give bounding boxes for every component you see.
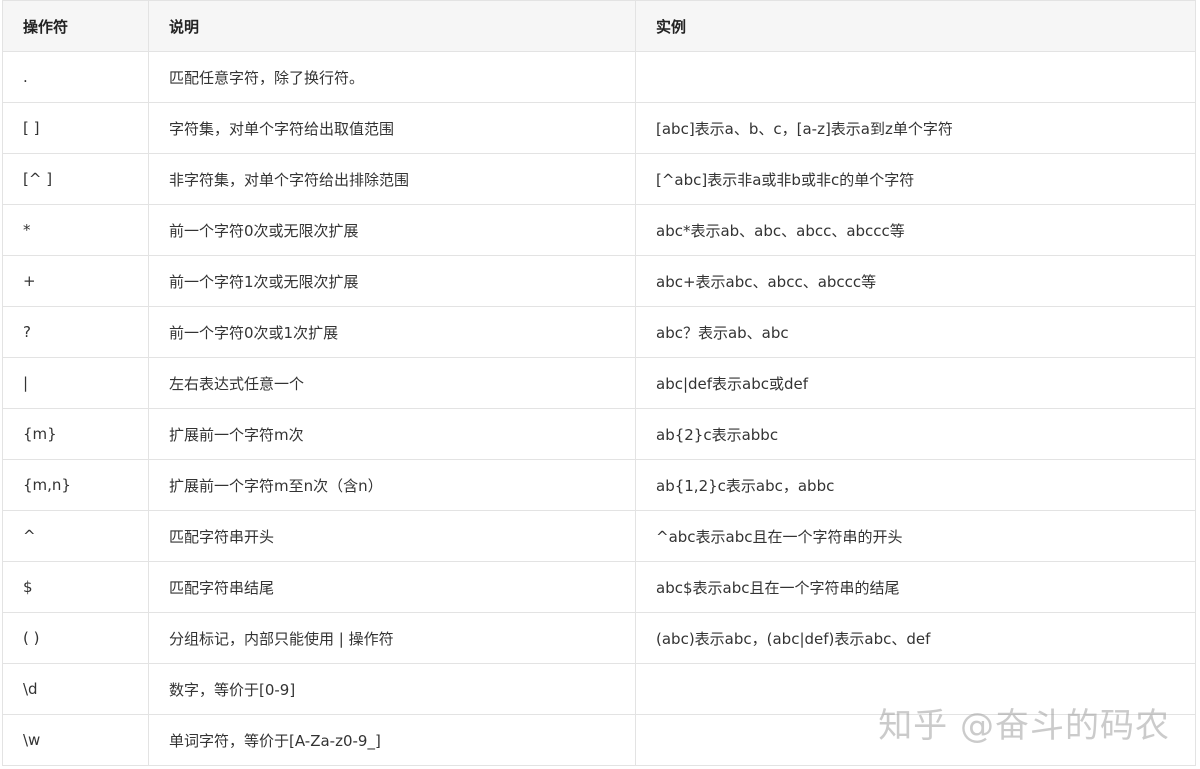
operator-cell: . xyxy=(2,51,149,103)
example-cell: ^abc表示abc且在一个字符串的开头 xyxy=(635,510,1196,562)
description-cell: 前一个字符0次或1次扩展 xyxy=(148,306,636,358)
operator-cell: {m} xyxy=(2,408,149,460)
operator-cell: * xyxy=(2,204,149,256)
example-cell: abc|def表示abc或def xyxy=(635,357,1196,409)
description-cell: 前一个字符0次或无限次扩展 xyxy=(148,204,636,256)
table-row: . 匹配任意字符，除了换行符。 xyxy=(2,51,1196,103)
operator-cell: \d xyxy=(2,663,149,715)
example-cell: ab{2}c表示abbc xyxy=(635,408,1196,460)
description-cell: 匹配任意字符，除了换行符。 xyxy=(148,51,636,103)
table-row: [ ] 字符集，对单个字符给出取值范围 [abc]表示a、b、c，[a-z]表示… xyxy=(2,102,1196,154)
example-cell: abc$表示abc且在一个字符串的结尾 xyxy=(635,561,1196,613)
table-row: | 左右表达式任意一个 abc|def表示abc或def xyxy=(2,357,1196,409)
description-cell: 分组标记，内部只能使用 | 操作符 xyxy=(148,612,636,664)
operator-cell: [ ] xyxy=(2,102,149,154)
table-row: ^ 匹配字符串开头 ^abc表示abc且在一个字符串的开头 xyxy=(2,510,1196,562)
example-cell: abc+表示abc、abcc、abccc等 xyxy=(635,255,1196,307)
description-cell: 匹配字符串结尾 xyxy=(148,561,636,613)
table-row: [^ ] 非字符集，对单个字符给出排除范围 [^abc]表示非a或非b或非c的单… xyxy=(2,153,1196,205)
example-cell xyxy=(635,663,1196,715)
operator-cell: | xyxy=(2,357,149,409)
example-cell xyxy=(635,51,1196,103)
operator-cell: ( ) xyxy=(2,612,149,664)
description-cell: 匹配字符串开头 xyxy=(148,510,636,562)
description-cell: 左右表达式任意一个 xyxy=(148,357,636,409)
table-row: {m,n} 扩展前一个字符m至n次（含n） ab{1,2}c表示abc，abbc xyxy=(2,459,1196,511)
example-cell: ab{1,2}c表示abc，abbc xyxy=(635,459,1196,511)
operator-cell: [^ ] xyxy=(2,153,149,205)
operator-cell: ^ xyxy=(2,510,149,562)
example-cell: abc？表示ab、abc xyxy=(635,306,1196,358)
example-cell: (abc)表示abc，(abc|def)表示abc、def xyxy=(635,612,1196,664)
table-row: {m} 扩展前一个字符m次 ab{2}c表示abbc xyxy=(2,408,1196,460)
description-cell: 扩展前一个字符m次 xyxy=(148,408,636,460)
example-cell: [^abc]表示非a或非b或非c的单个字符 xyxy=(635,153,1196,205)
table-row: * 前一个字符0次或无限次扩展 abc*表示ab、abc、abcc、abccc等 xyxy=(2,204,1196,256)
example-cell: abc*表示ab、abc、abcc、abccc等 xyxy=(635,204,1196,256)
table-row: \d 数字，等价于[0-9] xyxy=(2,663,1196,715)
operator-cell: ? xyxy=(2,306,149,358)
description-cell: 非字符集，对单个字符给出排除范围 xyxy=(148,153,636,205)
table-row: + 前一个字符1次或无限次扩展 abc+表示abc、abcc、abccc等 xyxy=(2,255,1196,307)
description-cell: 数字，等价于[0-9] xyxy=(148,663,636,715)
example-cell: [abc]表示a、b、c，[a-z]表示a到z单个字符 xyxy=(635,102,1196,154)
operator-cell: \w xyxy=(2,714,149,766)
regex-operator-table: 操作符 说明 实例 . 匹配任意字符，除了换行符。 [ ] 字符集，对单个字符给… xyxy=(2,0,1196,766)
example-cell xyxy=(635,714,1196,766)
header-description: 说明 xyxy=(148,0,636,52)
description-cell: 扩展前一个字符m至n次（含n） xyxy=(148,459,636,511)
description-cell: 字符集，对单个字符给出取值范围 xyxy=(148,102,636,154)
description-cell: 单词字符，等价于[A-Za-z0-9_] xyxy=(148,714,636,766)
operator-cell: $ xyxy=(2,561,149,613)
table-row: ( ) 分组标记，内部只能使用 | 操作符 (abc)表示abc，(abc|de… xyxy=(2,612,1196,664)
operator-cell: + xyxy=(2,255,149,307)
operator-cell: {m,n} xyxy=(2,459,149,511)
header-example: 实例 xyxy=(635,0,1196,52)
table-row: $ 匹配字符串结尾 abc$表示abc且在一个字符串的结尾 xyxy=(2,561,1196,613)
description-cell: 前一个字符1次或无限次扩展 xyxy=(148,255,636,307)
table-header-row: 操作符 说明 实例 xyxy=(2,0,1196,52)
header-operator: 操作符 xyxy=(2,0,149,52)
table-row: ? 前一个字符0次或1次扩展 abc？表示ab、abc xyxy=(2,306,1196,358)
table-row: \w 单词字符，等价于[A-Za-z0-9_] xyxy=(2,714,1196,766)
